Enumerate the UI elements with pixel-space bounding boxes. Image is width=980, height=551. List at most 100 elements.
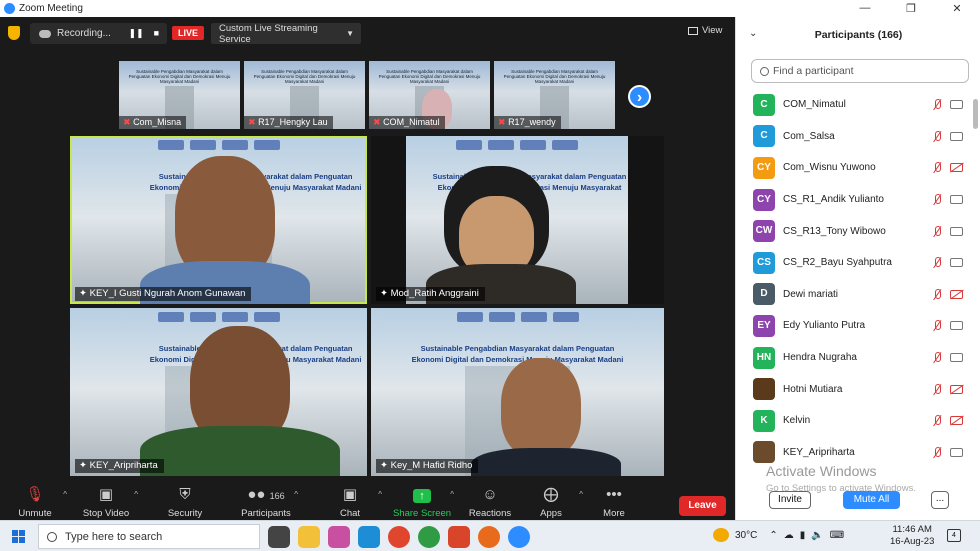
- video-thumbnail[interactable]: Sustainable Pengabdian Masyarakat dalam …: [369, 61, 490, 129]
- chrome-icon[interactable]: [388, 526, 410, 548]
- video-tile[interactable]: Sustainable Pengabdian Masyarakat dalam …: [70, 308, 367, 476]
- video-off-icon[interactable]: [950, 416, 963, 426]
- video-camera-icon[interactable]: [950, 258, 963, 268]
- muted-mic-icon[interactable]: [932, 99, 942, 110]
- video-thumbnail[interactable]: Sustainable Pengabdian Masyarakat dalam …: [119, 61, 240, 129]
- participant-row[interactable]: CY Com_Wisnu Yuwono: [736, 152, 980, 184]
- muted-mic-icon[interactable]: [932, 225, 942, 237]
- participant-name: CS_R13_Tony Wibowo: [783, 225, 886, 237]
- share-screen-icon: ↑: [392, 486, 452, 504]
- next-page-button[interactable]: ›: [628, 85, 651, 108]
- pause-recording-button[interactable]: ❚❚: [128, 28, 143, 39]
- video-camera-icon[interactable]: [950, 226, 963, 236]
- volume-icon[interactable]: 🔈: [811, 530, 823, 541]
- firefox-icon[interactable]: [478, 526, 500, 548]
- network-icon[interactable]: ☁: [784, 530, 794, 541]
- file-explorer-icon[interactable]: [298, 526, 320, 548]
- video-off-icon[interactable]: [950, 289, 963, 299]
- participant-row[interactable]: CW CS_R13_Tony Wibowo: [736, 215, 980, 247]
- participant-row[interactable]: C Com_Salsa: [736, 121, 980, 153]
- muted-mic-icon[interactable]: [932, 130, 942, 142]
- muted-mic-icon[interactable]: [932, 162, 942, 173]
- participant-row[interactable]: CY CS_R1_Andik Yulianto: [736, 184, 980, 216]
- windows-taskbar: Type here to search 30°C ⌃ ☁ ▮ 🔈 ⌨ 11:46…: [0, 520, 980, 551]
- avatar: D: [753, 283, 775, 306]
- participant-row[interactable]: D Dewi mariati: [736, 279, 980, 311]
- reactions-button[interactable]: ☺ Reactions: [460, 484, 520, 519]
- muted-mic-icon[interactable]: [932, 415, 942, 426]
- chat-button[interactable]: ▣ Chat ^: [320, 484, 382, 519]
- security-button[interactable]: ⛨ Security: [155, 484, 215, 519]
- taskbar-clock[interactable]: 11:46 AM 16-Aug-23: [890, 524, 934, 548]
- video-thumbnail[interactable]: Sustainable Pengabdian Masyarakat dalam …: [244, 61, 365, 129]
- leave-button[interactable]: Leave: [679, 496, 726, 516]
- video-thumbnail[interactable]: Sustainable Pengabdian Masyarakat dalam …: [494, 61, 615, 129]
- clock-date: 16-Aug-23: [890, 536, 935, 547]
- edge-icon[interactable]: [358, 526, 380, 548]
- close-button[interactable]: ✕: [934, 2, 980, 15]
- participant-search-input[interactable]: Find a participant: [751, 59, 969, 83]
- apps-button[interactable]: ⨁ Apps ^: [521, 484, 583, 519]
- powerpoint-icon[interactable]: [448, 526, 470, 548]
- participant-row[interactable]: HN Hendra Nugraha: [736, 342, 980, 374]
- participants-button[interactable]: ●● 166 Participants ^: [236, 484, 298, 519]
- muted-mic-icon[interactable]: [932, 446, 942, 458]
- stop-recording-button[interactable]: ■: [154, 28, 159, 39]
- participant-row[interactable]: Hotni Mutiara: [736, 373, 980, 405]
- participant-name: COM_Nimatul: [383, 117, 440, 127]
- participant-name: Hotni Mutiara: [783, 383, 843, 395]
- participant-name: COM_Nimatul: [783, 99, 846, 111]
- stop-video-button[interactable]: ▣ Stop Video ^: [76, 484, 138, 519]
- muted-mic-icon[interactable]: [932, 352, 942, 363]
- video-off-icon[interactable]: [950, 163, 963, 173]
- invite-button[interactable]: Invite: [769, 491, 811, 509]
- video-tile[interactable]: Sustainable Pengabdian Masyarakat dalam …: [371, 136, 664, 304]
- notification-icon[interactable]: 4: [947, 529, 961, 542]
- participants-panel: ⌄ Participants (166) Find a participant …: [735, 17, 980, 520]
- view-label: View: [702, 25, 723, 36]
- muted-mic-icon[interactable]: [932, 288, 942, 300]
- shield-icon[interactable]: [8, 26, 20, 40]
- windows-start-icon[interactable]: [12, 530, 25, 543]
- participant-row[interactable]: K Kelvin: [736, 405, 980, 437]
- more-options-button[interactable]: ...: [931, 491, 949, 509]
- language-icon[interactable]: ⌨: [830, 530, 844, 541]
- panel-scrollbar[interactable]: [973, 99, 978, 129]
- more-button[interactable]: ••• More: [584, 484, 644, 519]
- video-camera-icon[interactable]: [950, 447, 963, 457]
- task-view-icon[interactable]: [268, 526, 290, 548]
- app-icon[interactable]: [328, 526, 350, 548]
- muted-mic-icon[interactable]: [932, 383, 942, 395]
- video-tile[interactable]: Sustainable Pengabdian Masyarakat dalam …: [70, 136, 367, 304]
- video-tile[interactable]: Sustainable Pengabdian Masyarakat dalam …: [371, 308, 664, 476]
- taskbar-search-input[interactable]: Type here to search: [38, 524, 260, 549]
- share-screen-button[interactable]: ↑ Share Screen ^: [392, 484, 454, 519]
- chat-bubble-icon: ▣: [342, 486, 358, 503]
- unmute-button[interactable]: 🎙 Unmute ^: [5, 484, 67, 519]
- chrome-profile-icon[interactable]: [418, 526, 440, 548]
- participant-row[interactable]: CS CS_R2_Bayu Syahputra: [736, 247, 980, 279]
- video-camera-icon[interactable]: [950, 131, 963, 141]
- video-camera-icon[interactable]: [950, 321, 963, 331]
- participant-row[interactable]: EY Edy Yulianto Putra: [736, 310, 980, 342]
- view-button[interactable]: View: [688, 25, 722, 36]
- zoom-icon[interactable]: [508, 526, 530, 548]
- video-camera-icon[interactable]: [950, 100, 963, 110]
- participant-name: Com_Misna: [133, 117, 182, 127]
- restore-button[interactable]: ❐: [888, 2, 934, 15]
- muted-mic-icon: ✖: [123, 117, 131, 127]
- muted-mic-icon[interactable]: [932, 320, 942, 331]
- minimize-button[interactable]: —: [842, 2, 888, 15]
- mute-all-button[interactable]: Mute All: [843, 491, 900, 509]
- muted-mic-icon[interactable]: [932, 257, 942, 268]
- stream-service-dropdown[interactable]: Custom Live Streaming Service ▼: [211, 23, 361, 45]
- weather-icon[interactable]: [713, 528, 729, 542]
- battery-icon[interactable]: ▮: [800, 530, 806, 541]
- participant-row[interactable]: C COM_Nimatul: [736, 89, 980, 121]
- muted-mic-icon[interactable]: [932, 194, 942, 205]
- video-camera-icon[interactable]: [950, 353, 963, 363]
- video-off-icon[interactable]: [950, 384, 963, 394]
- participant-name: Com_Salsa: [783, 130, 835, 142]
- tray-overflow-icon[interactable]: ⌃: [769, 530, 777, 541]
- video-camera-icon[interactable]: [950, 195, 963, 205]
